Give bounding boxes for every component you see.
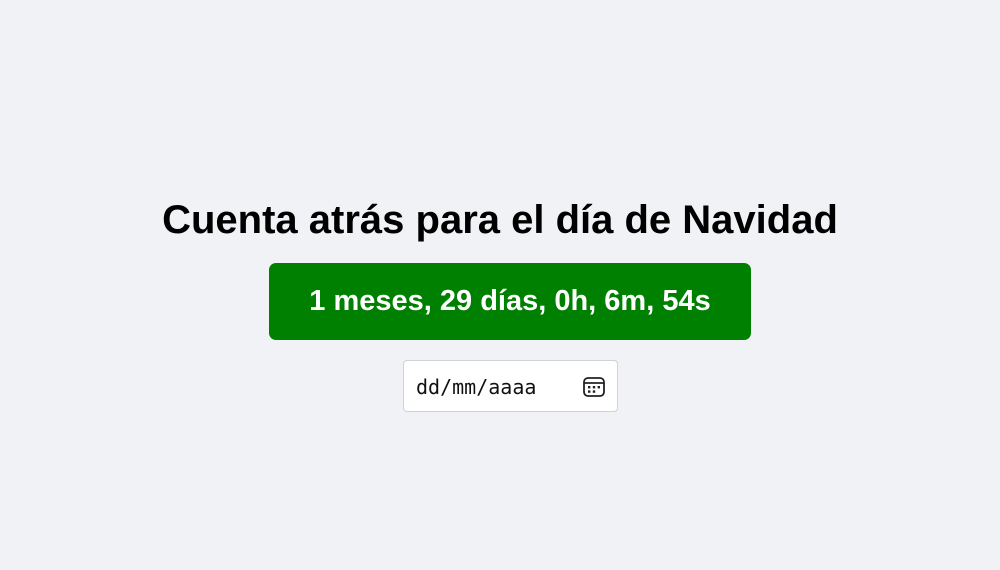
countdown-text: 1 meses, 29 días, 0h, 6m, 54s	[309, 285, 711, 317]
date-input-placeholder: dd/mm/aaaa	[416, 375, 537, 399]
countdown-display: 1 meses, 29 días, 0h, 6m, 54s	[269, 263, 751, 340]
calendar-icon[interactable]	[582, 375, 606, 399]
page-title: Cuenta atrás para el día de Navidad	[162, 198, 838, 242]
date-input[interactable]: dd/mm/aaaa	[403, 360, 618, 412]
